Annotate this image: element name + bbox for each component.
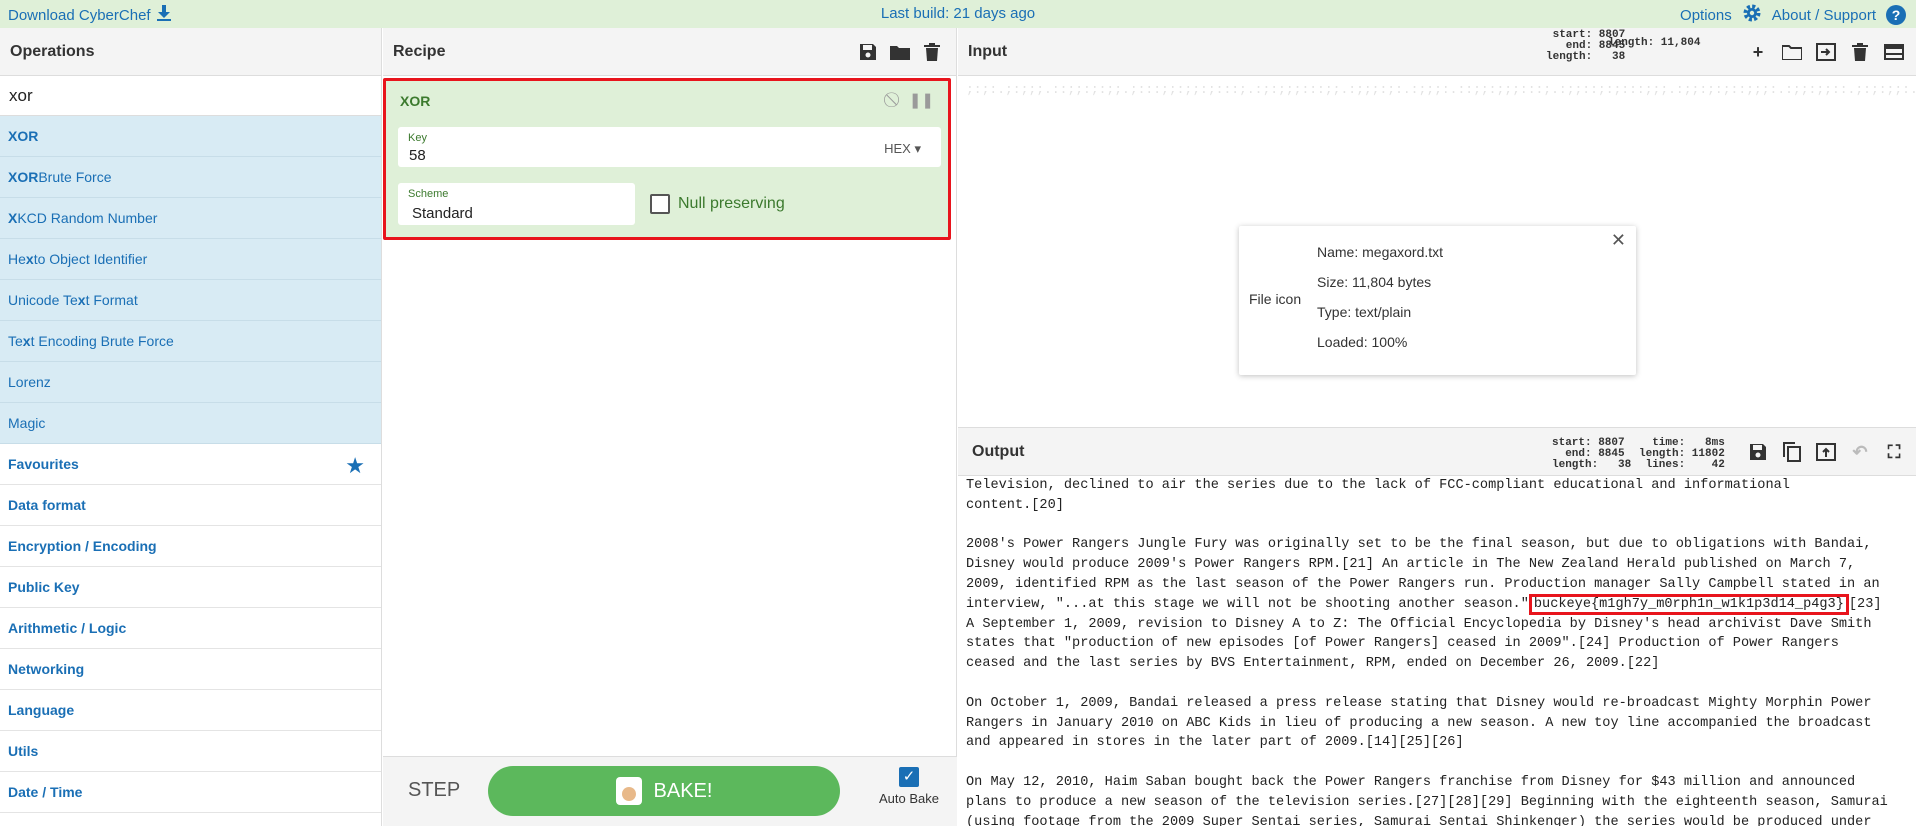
options-link[interactable]: Options [1680, 7, 1732, 24]
null-preserving-label: Null preserving [678, 195, 785, 212]
output-textarea[interactable]: Television, declined to air the series d… [958, 476, 1916, 826]
output-text: Television, declined to air the series d… [966, 478, 1888, 826]
search-result-item[interactable]: Lorenz [0, 362, 381, 403]
auto-bake-checkbox[interactable]: ✓ [899, 767, 919, 787]
category-favourites[interactable]: Favourites ★ [0, 444, 381, 485]
save-output-icon[interactable] [1748, 442, 1768, 462]
search-result-item[interactable]: Unicode Te x t Format [0, 280, 381, 321]
input-garbled-text: ;:;:.;:;;;.::;;:;:;;.;:::;;:;;:;:::;.:;:… [966, 82, 1916, 97]
operations-pane: Operations xor XOR XOR Brute Force X KCD Ra… [0, 28, 382, 826]
category-public-key[interactable]: Public Key [0, 567, 381, 608]
clear-input-icon[interactable] [1850, 42, 1870, 62]
input-length-stat: length: 11,804 [1608, 37, 1701, 49]
add-input-icon[interactable]: + [1748, 42, 1768, 62]
input-header: Input start: 8807 end: 8845 length: 38 l… [958, 28, 1916, 76]
search-result-item[interactable]: XOR Brute Force [0, 157, 381, 198]
top-banner: Download CyberChef Last build: 21 days a… [0, 0, 1916, 28]
pause-icon[interactable]: ❚❚ [909, 91, 934, 109]
output-selection-stats: start: 8807 end: 8845 length: 38 [1552, 437, 1632, 471]
operations-title: Operations [0, 28, 381, 76]
scheme-value: Standard [412, 205, 473, 222]
recipe-header: Recipe [383, 28, 956, 76]
auto-bake-label: Auto Bake [879, 791, 939, 806]
key-format-dropdown[interactable]: HEX ▾ [884, 141, 921, 157]
search-result-item[interactable]: XOR [0, 116, 381, 157]
output-title: Output [972, 442, 1025, 460]
key-field[interactable]: Key 58 HEX ▾ [398, 127, 941, 167]
layout-icon[interactable] [1884, 42, 1904, 62]
bake-bar: STEP BAKE! ✓ Auto Bake [383, 756, 957, 826]
download-label: Download CyberChef [8, 6, 151, 24]
recipe-title: Recipe [393, 42, 446, 60]
download-icon [156, 5, 171, 25]
about-support-link[interactable]: About / Support [1772, 7, 1876, 24]
recipe-pane: Recipe XOR ⃠ ❚❚ Key 58 HEX ▾ Scheme Stan… [383, 28, 957, 826]
open-folder-icon[interactable] [1782, 42, 1802, 62]
scheme-label: Scheme [408, 188, 449, 200]
category-arithmetic-logic[interactable]: Arithmetic / Logic [0, 608, 381, 649]
replace-input-icon[interactable] [1816, 442, 1836, 462]
category-utils[interactable]: Utils [0, 731, 381, 772]
bake-label: BAKE! [653, 779, 713, 802]
xor-operation-card: XOR ⃠ ❚❚ Key 58 HEX ▾ Scheme Standard Nu… [383, 78, 951, 240]
category-encryption-encoding[interactable]: Encryption / Encoding [0, 526, 381, 567]
scheme-select[interactable]: Scheme Standard [398, 183, 635, 225]
key-value: 58 [409, 147, 426, 164]
undo-icon[interactable]: ↶ [1850, 442, 1870, 462]
bake-button[interactable]: BAKE! [488, 766, 840, 816]
close-icon[interactable]: ✕ [1611, 230, 1626, 251]
file-icon: File icon [1249, 291, 1302, 307]
io-pane: Input start: 8807 end: 8845 length: 38 l… [958, 28, 1916, 826]
highlighted-flag: buckeye{m1gh7y_m0rph1n_w1k1p3d14_p4g3} [1528, 593, 1849, 615]
clear-recipe-icon[interactable] [922, 42, 942, 62]
help-icon[interactable]: ? [1886, 5, 1906, 25]
operations-search-input[interactable]: xor [0, 76, 381, 116]
key-label: Key [408, 132, 427, 144]
search-results-list: XOR XOR Brute Force X KCD Random Number He x … [0, 116, 381, 444]
chef-icon [615, 777, 642, 805]
category-networking[interactable]: Networking [0, 649, 381, 690]
gear-icon[interactable] [1742, 3, 1762, 27]
category-date-time[interactable]: Date / Time [0, 772, 381, 813]
download-link[interactable]: Download CyberChef [8, 5, 171, 25]
category-language[interactable]: Language [0, 690, 381, 731]
category-data-format[interactable]: Data format [0, 485, 381, 526]
output-header: Output start: 8807 end: 8845 length: 38 … [958, 428, 1916, 476]
search-result-item[interactable]: X KCD Random Number [0, 198, 381, 239]
input-title: Input [968, 42, 1008, 60]
search-result-item[interactable]: He x to Object Identifier [0, 239, 381, 280]
file-loaded: Loaded: 100% [1317, 334, 1408, 350]
search-result-item[interactable]: Magic [0, 403, 381, 444]
operation-name: XOR [400, 93, 431, 109]
search-result-item[interactable]: Te x t Encoding Brute Force [0, 321, 381, 362]
key-format-label: HEX [884, 141, 911, 156]
file-size: Size: 11,804 bytes [1317, 274, 1432, 290]
maximize-icon[interactable]: ⛶ [1884, 442, 1904, 462]
last-build-text: Last build: 21 days ago [880, 5, 1036, 22]
load-recipe-icon[interactable] [890, 42, 910, 62]
null-preserving-option[interactable]: Null preserving [650, 194, 785, 214]
file-name: Name: megaxord.txt [1317, 244, 1444, 260]
output-metrics: time: 8ms length: 11802 lines: 42 [1639, 437, 1725, 471]
step-button[interactable]: STEP [408, 779, 460, 802]
file-details-card: ✕ File icon Name: megaxord.txt Size: 11,… [1239, 226, 1636, 375]
copy-output-icon[interactable] [1782, 442, 1802, 462]
input-textarea[interactable]: ;:;:.;:;;;.::;;:;:;;.;:::;;:;;:;:::;.:;:… [958, 76, 1916, 428]
auto-bake-toggle[interactable]: ✓ Auto Bake [869, 767, 949, 806]
save-recipe-icon[interactable] [858, 42, 878, 62]
null-preserving-checkbox[interactable] [650, 194, 670, 214]
open-file-icon[interactable] [1816, 42, 1836, 62]
file-type: Type: text/plain [1317, 304, 1412, 320]
star-icon: ★ [345, 453, 365, 478]
categories-list: Favourites ★ Data format Encryption / Encod… [0, 444, 381, 813]
